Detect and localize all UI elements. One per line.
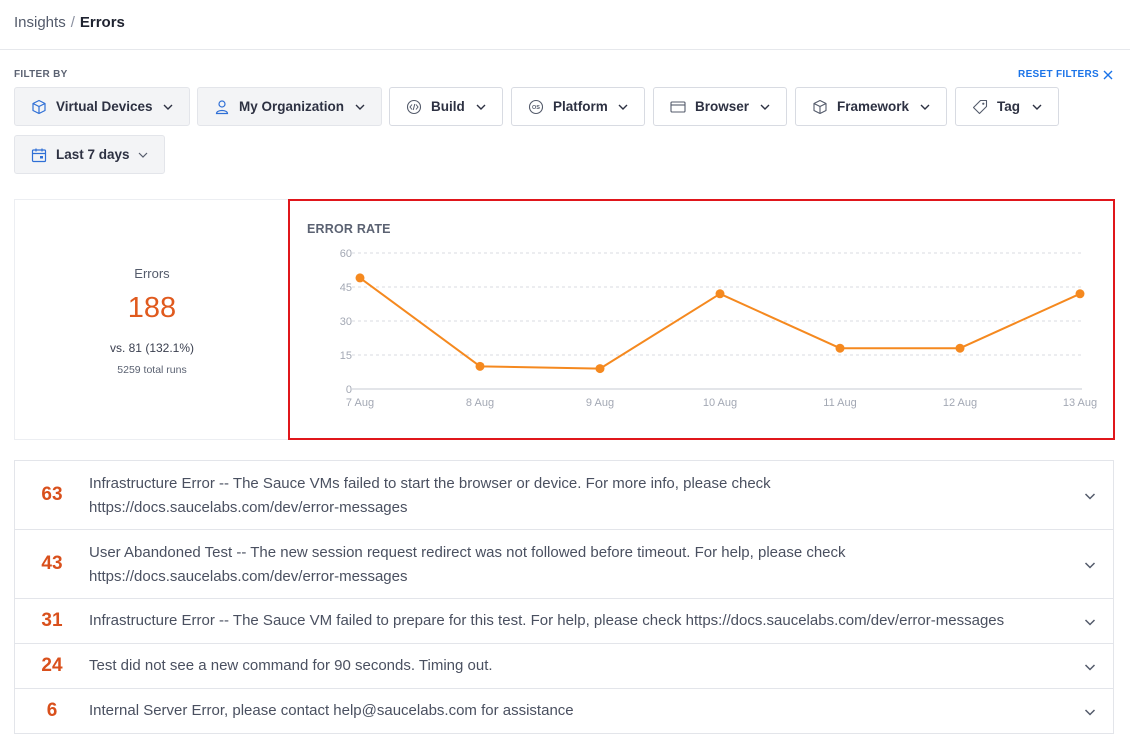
filter-by-label: FILTER BY <box>14 69 68 80</box>
error-row[interactable]: 31 Infrastructure Error -- The Sauce VM … <box>14 598 1114 644</box>
filter-browser-button[interactable]: Browser <box>653 87 787 126</box>
error-message-line: Test did not see a new command for 90 se… <box>89 657 493 674</box>
y-tick-label: 15 <box>340 350 352 362</box>
filter-build-button[interactable]: Build <box>389 87 503 126</box>
error-rate-chart-panel: ERROR RATE 0 15 30 45 60 7 Aug 8 Aug 9 Aug 10 Au… <box>288 199 1115 440</box>
error-count: 31 <box>41 610 63 631</box>
error-message: Test did not see a new command for 90 se… <box>89 654 1053 678</box>
error-message: Infrastructure Error -- The Sauce VMs fa… <box>89 472 1053 520</box>
x-tick-label: 13 Aug <box>1063 397 1097 409</box>
breadcrumb-current: Errors <box>79 14 125 31</box>
chevron-down-icon <box>475 101 487 113</box>
errors-summary-label: Errors <box>134 266 170 281</box>
data-point <box>355 273 365 283</box>
x-tick-label: 12 Aug <box>943 397 977 409</box>
chevron-down-icon <box>162 101 174 113</box>
chevron-down-icon[interactable] <box>1083 489 1097 503</box>
browser-window-icon <box>669 98 687 116</box>
top-bar: Insights / Errors <box>0 0 1130 50</box>
chevron-down-icon <box>759 101 771 113</box>
error-message: User Abandoned Test -- The new session r… <box>89 541 1053 589</box>
chevron-down-icon <box>617 101 629 113</box>
errors-summary-card: Errors 188 vs. 81 (132.1%) 5259 total ru… <box>14 199 288 440</box>
error-row[interactable]: 63 Infrastructure Error -- The Sauce VMs… <box>14 460 1114 530</box>
y-tick-label: 0 <box>346 384 352 396</box>
data-point <box>595 364 605 374</box>
error-count: 6 <box>46 700 58 721</box>
filter-my-organization-label: My Organization <box>239 99 345 114</box>
user-icon <box>213 98 231 116</box>
filter-my-organization-button[interactable]: My Organization <box>197 87 382 126</box>
chevron-down-icon[interactable] <box>1083 615 1097 629</box>
chevron-down-icon <box>137 149 149 161</box>
error-message-line: Internal Server Error, please contact he… <box>89 702 574 719</box>
error-message-line: https://docs.saucelabs.com/dev/error-mes… <box>89 499 408 516</box>
error-count: 24 <box>41 655 63 676</box>
error-row[interactable]: 43 User Abandoned Test -- The new sessio… <box>14 529 1114 599</box>
filter-framework-button[interactable]: Framework <box>795 87 947 126</box>
chevron-down-icon <box>354 101 366 113</box>
filter-framework-label: Framework <box>837 99 910 114</box>
x-tick-label: 9 Aug <box>586 397 614 409</box>
breadcrumb: Insights / Errors <box>14 14 125 31</box>
filter-build-label: Build <box>431 99 465 114</box>
breadcrumb-insights-link[interactable]: Insights <box>14 14 66 31</box>
data-point <box>715 289 725 299</box>
filter-platform-button[interactable]: OS Platform <box>511 87 645 126</box>
filter-virtual-devices-label: Virtual Devices <box>56 99 153 114</box>
error-message: Infrastructure Error -- The Sauce VM fai… <box>89 609 1053 633</box>
data-point <box>955 343 965 353</box>
chevron-down-icon <box>919 101 931 113</box>
filter-tag-label: Tag <box>997 99 1020 114</box>
chevron-down-icon <box>1031 101 1043 113</box>
filter-browser-label: Browser <box>695 99 750 114</box>
error-message-line: Infrastructure Error -- The Sauce VMs fa… <box>89 475 771 492</box>
error-message-line: User Abandoned Test -- The new session r… <box>89 544 846 561</box>
calendar-icon <box>30 146 48 164</box>
data-point <box>1075 289 1085 299</box>
errors-summary-count: 188 <box>127 292 177 324</box>
x-tick-label: 11 Aug <box>823 397 856 409</box>
data-point <box>475 361 485 371</box>
data-point <box>835 343 845 353</box>
chevron-down-icon[interactable] <box>1083 660 1097 674</box>
close-icon <box>1103 70 1113 79</box>
svg-text:OS: OS <box>532 105 540 111</box>
reset-filters-label: RESET FILTERS <box>1018 69 1099 80</box>
y-tick-label: 45 <box>340 282 352 294</box>
error-message: Internal Server Error, please contact he… <box>89 699 1053 723</box>
x-tick-label: 7 Aug <box>346 397 374 409</box>
build-icon <box>405 98 423 116</box>
os-icon: OS <box>527 98 545 116</box>
chevron-down-icon[interactable] <box>1083 705 1097 719</box>
cube-icon <box>30 98 48 116</box>
error-count: 63 <box>41 484 63 505</box>
breadcrumb-separator: / <box>70 14 75 31</box>
error-count: 43 <box>41 553 63 574</box>
tag-icon <box>971 98 989 116</box>
errors-summary-comparison: vs. 81 (132.1%) <box>109 341 195 355</box>
y-tick-label: 60 <box>340 248 352 260</box>
errors-summary-total-runs: 5259 total runs <box>117 364 187 376</box>
y-tick-label: 30 <box>340 316 352 328</box>
cube-icon <box>811 98 829 116</box>
error-message-line: Infrastructure Error -- The Sauce VM fai… <box>89 612 1005 629</box>
error-row[interactable]: 24 Test did not see a new command for 90… <box>14 643 1114 689</box>
filter-virtual-devices-button[interactable]: Virtual Devices <box>14 87 190 126</box>
filter-platform-label: Platform <box>553 99 608 114</box>
filter-tag-button[interactable]: Tag <box>955 87 1059 126</box>
error-rate-chart: 0 15 30 45 60 7 Aug 8 Aug 9 Aug 10 Aug 11 Aug 12 A… <box>340 248 1097 409</box>
error-message-line: https://docs.saucelabs.com/dev/error-mes… <box>89 568 408 585</box>
filter-date-range-label: Last 7 days <box>56 147 130 162</box>
error-row[interactable]: 6 Internal Server Error, please contact … <box>14 688 1114 734</box>
x-tick-label: 10 Aug <box>703 397 737 409</box>
filter-date-range-button[interactable]: Last 7 days <box>14 135 165 174</box>
chevron-down-icon[interactable] <box>1083 558 1097 572</box>
x-tick-label: 8 Aug <box>466 397 494 409</box>
reset-filters-button[interactable]: RESET FILTERS <box>1018 69 1113 80</box>
